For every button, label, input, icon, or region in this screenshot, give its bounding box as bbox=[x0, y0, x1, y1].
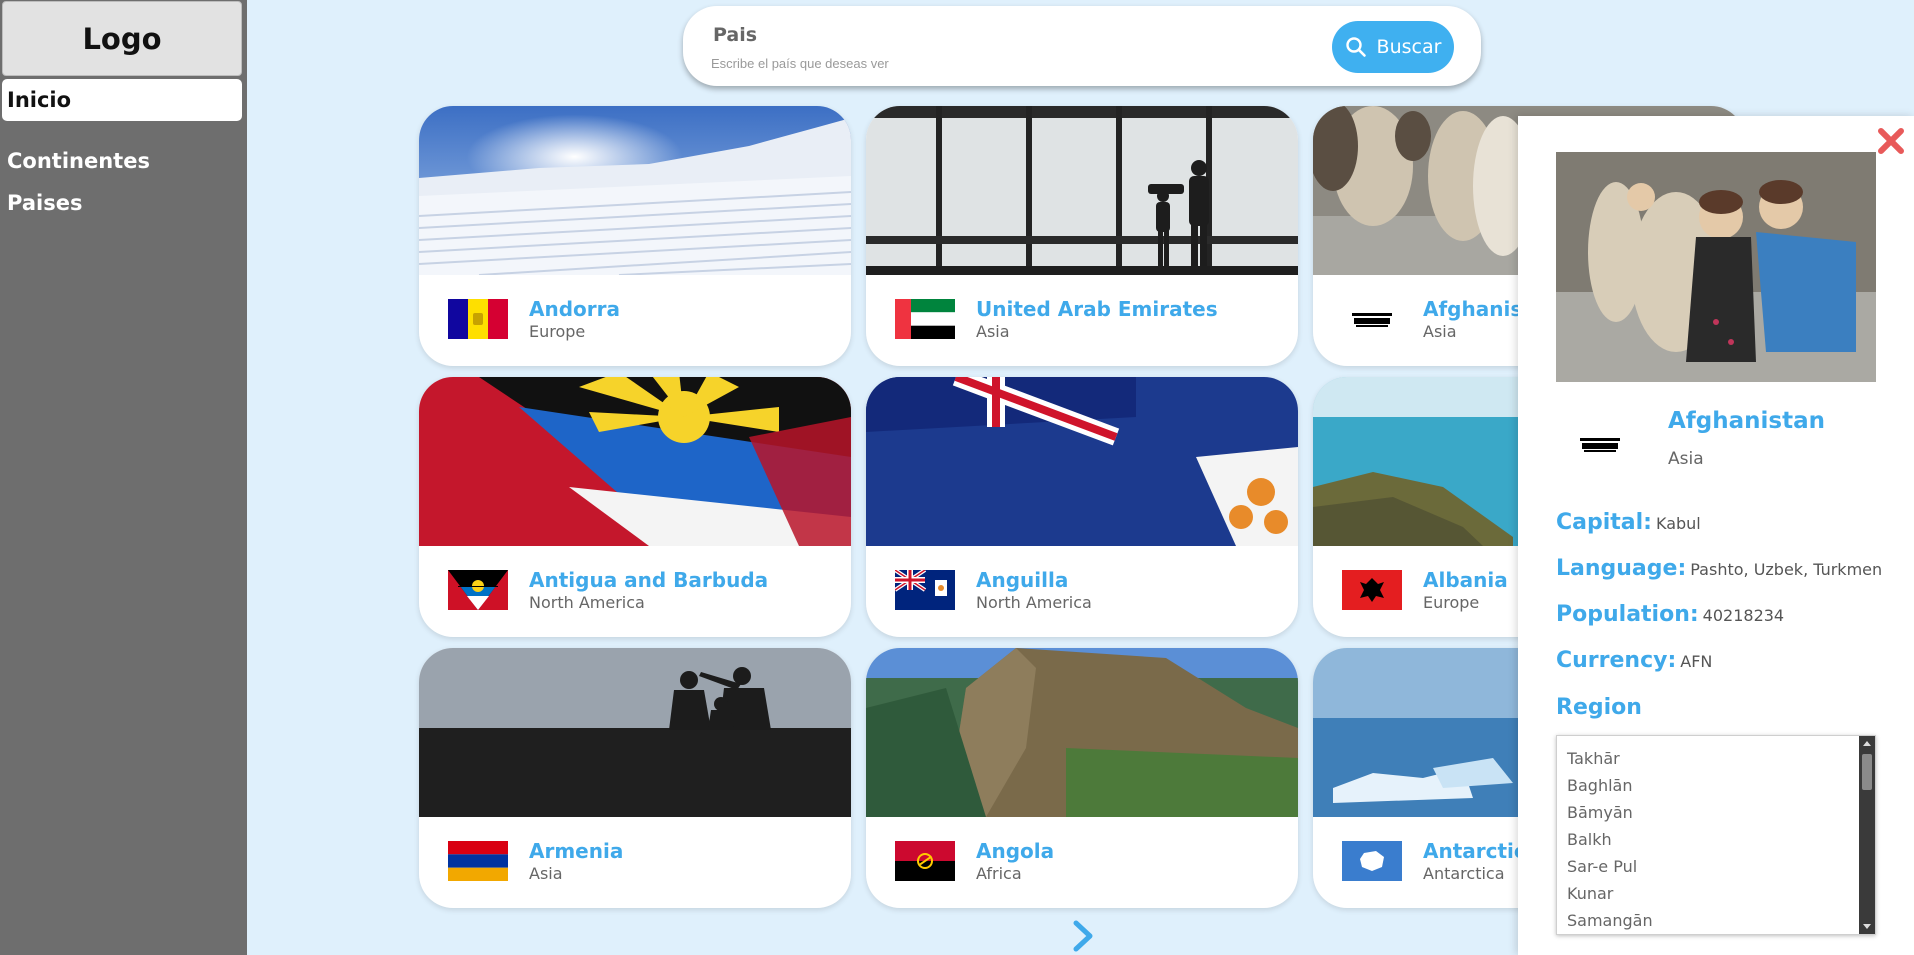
search-button-label: Buscar bbox=[1376, 36, 1442, 58]
region-scrollbar[interactable] bbox=[1859, 736, 1875, 934]
region-item[interactable]: Baghlān bbox=[1567, 776, 1875, 803]
country-photo bbox=[419, 106, 851, 275]
sidebar-item-continentes[interactable]: Continentes bbox=[2, 140, 242, 182]
region-item[interactable]: Takhār bbox=[1567, 749, 1875, 776]
capital-label: Capital: bbox=[1556, 510, 1652, 535]
detail-language: Language: Pashto, Uzbek, Turkmen bbox=[1556, 556, 1882, 581]
close-icon[interactable] bbox=[1876, 126, 1906, 156]
scroll-thumb[interactable] bbox=[1862, 754, 1872, 790]
population-label: Population: bbox=[1556, 602, 1699, 627]
sidebar-item-inicio[interactable]: Inicio bbox=[2, 79, 242, 121]
search-label: Pais bbox=[713, 24, 758, 46]
flag-afghanistan bbox=[1570, 424, 1630, 464]
country-photo bbox=[1556, 152, 1876, 382]
flag-andorra bbox=[448, 299, 508, 339]
region-item[interactable]: Sar-e Pul bbox=[1567, 857, 1875, 884]
detail-currency: Currency: AFN bbox=[1556, 648, 1712, 673]
currency-label: Currency: bbox=[1556, 648, 1677, 673]
flag-albania bbox=[1342, 570, 1402, 610]
search-input[interactable] bbox=[711, 56, 1211, 71]
country-card-armenia[interactable]: Armenia Asia bbox=[419, 648, 851, 908]
region-list[interactable]: Takhār Baghlān Bāmyān Balkh Sar-e Pul Ku… bbox=[1556, 735, 1876, 935]
country-continent: North America bbox=[529, 593, 645, 612]
country-name[interactable]: Antigua and Barbuda bbox=[529, 568, 768, 592]
region-item[interactable]: Kunar bbox=[1567, 884, 1875, 911]
sidebar: Logo Inicio Continentes Paises bbox=[0, 0, 247, 955]
country-detail-panel: Afghanistan Asia Capital: Kabul Language:… bbox=[1518, 116, 1914, 955]
sidebar-item-paises[interactable]: Paises bbox=[2, 182, 242, 224]
country-name[interactable]: Anguilla bbox=[976, 568, 1068, 592]
population-value: 40218234 bbox=[1702, 606, 1785, 625]
detail-capital: Capital: Kabul bbox=[1556, 510, 1701, 535]
search-icon bbox=[1345, 37, 1366, 57]
country-card-united-arab-emirates[interactable]: United Arab Emirates Asia bbox=[866, 106, 1298, 366]
search-button[interactable]: Buscar bbox=[1332, 21, 1454, 73]
country-photo bbox=[866, 648, 1298, 817]
country-name[interactable]: United Arab Emirates bbox=[976, 297, 1218, 321]
flag-armenia bbox=[448, 841, 508, 881]
country-continent: Asia bbox=[1423, 322, 1457, 341]
country-photo bbox=[419, 377, 851, 546]
chevron-right-icon[interactable] bbox=[1068, 919, 1098, 953]
region-item[interactable]: Balkh bbox=[1567, 830, 1875, 857]
country-card-angola[interactable]: Angola Africa bbox=[866, 648, 1298, 908]
country-continent: North America bbox=[976, 593, 1092, 612]
country-photo bbox=[419, 648, 851, 817]
flag-angola bbox=[895, 841, 955, 881]
flag-antigua-and-barbuda bbox=[448, 570, 508, 610]
country-name[interactable]: Angola bbox=[976, 839, 1054, 863]
language-value: Pashto, Uzbek, Turkmen bbox=[1690, 560, 1883, 579]
region-item[interactable]: Bāmyān bbox=[1567, 803, 1875, 830]
logo[interactable]: Logo bbox=[2, 1, 242, 76]
country-photo bbox=[866, 377, 1298, 546]
scroll-up-icon[interactable] bbox=[1863, 741, 1871, 746]
country-card-andorra[interactable]: Andorra Europe bbox=[419, 106, 851, 366]
detail-population: Population: 40218234 bbox=[1556, 602, 1784, 627]
search-bar: Pais Buscar bbox=[683, 6, 1481, 86]
currency-value: AFN bbox=[1680, 652, 1713, 671]
flag-afghanistan bbox=[1342, 299, 1402, 339]
country-continent: Africa bbox=[976, 864, 1022, 883]
detail-country-name: Afghanistan bbox=[1668, 408, 1826, 434]
scroll-down-icon[interactable] bbox=[1863, 924, 1871, 929]
region-label: Region bbox=[1556, 695, 1642, 720]
flag-united-arab-emirates bbox=[895, 299, 955, 339]
country-continent: Europe bbox=[1423, 593, 1480, 612]
region-item[interactable]: Samangān bbox=[1567, 911, 1875, 934]
country-continent: Asia bbox=[976, 322, 1010, 341]
country-name[interactable]: Armenia bbox=[529, 839, 623, 863]
country-card-antigua-and-barbuda[interactable]: Antigua and Barbuda North America bbox=[419, 377, 851, 637]
detail-continent: Asia bbox=[1668, 449, 1704, 469]
country-photo bbox=[866, 106, 1298, 275]
capital-value: Kabul bbox=[1655, 514, 1701, 533]
country-name[interactable]: Andorra bbox=[529, 297, 620, 321]
country-card-anguilla[interactable]: Anguilla North America bbox=[866, 377, 1298, 637]
country-continent: Antarctica bbox=[1423, 864, 1505, 883]
flag-anguilla bbox=[895, 570, 955, 610]
country-continent: Europe bbox=[529, 322, 586, 341]
country-continent: Asia bbox=[529, 864, 563, 883]
language-label: Language: bbox=[1556, 556, 1687, 581]
country-name[interactable]: Albania bbox=[1423, 568, 1508, 592]
flag-antarctica bbox=[1342, 841, 1402, 881]
